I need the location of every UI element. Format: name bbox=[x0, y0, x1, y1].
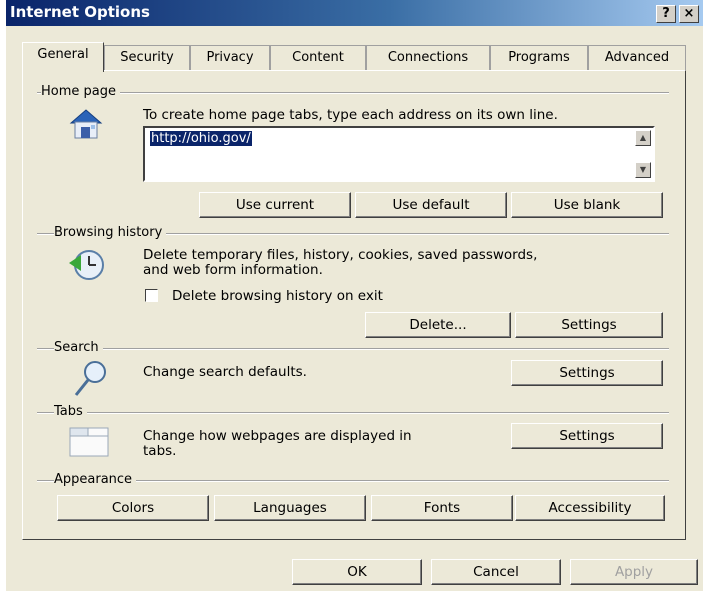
browsing-history-group-label: Browsing history bbox=[54, 225, 167, 240]
use-blank-button[interactable]: Use blank bbox=[511, 192, 663, 218]
tabs-group-label: Tabs bbox=[54, 404, 87, 419]
help-button[interactable]: ? bbox=[656, 5, 676, 23]
general-tab-panel: Home page To create home page tabs, type… bbox=[22, 70, 686, 540]
use-current-button[interactable]: Use current bbox=[199, 192, 351, 218]
search-description: Change search defaults. bbox=[143, 364, 307, 380]
delete-history-button[interactable]: Delete... bbox=[365, 312, 511, 338]
tabs-description-line1: Change how webpages are displayed in bbox=[143, 428, 412, 444]
house-icon bbox=[69, 109, 103, 139]
scroll-up-arrow-icon[interactable]: ▲ bbox=[635, 130, 651, 146]
scroll-down-arrow-icon[interactable]: ▼ bbox=[635, 162, 651, 178]
tab-general[interactable]: General bbox=[22, 42, 104, 72]
use-default-button[interactable]: Use default bbox=[355, 192, 507, 218]
cancel-button[interactable]: Cancel bbox=[431, 559, 561, 585]
tab-advanced[interactable]: Advanced bbox=[588, 45, 686, 71]
delete-history-on-exit-checkbox[interactable] bbox=[145, 289, 158, 302]
accessibility-button[interactable]: Accessibility bbox=[515, 495, 665, 521]
ok-button[interactable]: OK bbox=[292, 559, 422, 585]
appearance-group-label: Appearance bbox=[54, 472, 137, 487]
search-separator bbox=[37, 348, 669, 350]
tab-privacy[interactable]: Privacy bbox=[190, 45, 270, 71]
tabs-separator bbox=[37, 412, 669, 414]
tab-content[interactable]: Content bbox=[270, 45, 366, 71]
history-clock-icon bbox=[69, 250, 104, 280]
home-page-instruction: To create home page tabs, type each addr… bbox=[143, 107, 558, 123]
close-button[interactable]: × bbox=[679, 5, 699, 23]
internet-options-dialog: Internet Options ? × General Security Pr… bbox=[6, 0, 703, 591]
home-page-url-value: http://ohio.gov/ bbox=[150, 131, 252, 146]
colors-button[interactable]: Colors bbox=[57, 495, 209, 521]
home-page-separator bbox=[37, 92, 669, 94]
home-page-url-textarea[interactable]: http://ohio.gov/ ▲ ▼ bbox=[143, 126, 655, 182]
search-settings-button[interactable]: Settings bbox=[511, 360, 663, 386]
home-page-group-label: Home page bbox=[41, 84, 120, 99]
tab-connections[interactable]: Connections bbox=[366, 45, 490, 71]
tabs-settings-button[interactable]: Settings bbox=[511, 423, 663, 449]
apply-button[interactable]: Apply bbox=[570, 559, 698, 585]
languages-button[interactable]: Languages bbox=[214, 495, 366, 521]
browsing-history-description-line1: Delete temporary files, history, cookies… bbox=[143, 247, 538, 263]
title-bar[interactable]: Internet Options ? × bbox=[6, 0, 703, 26]
browsing-history-description-line2: and web form information. bbox=[143, 262, 323, 278]
tab-security[interactable]: Security bbox=[104, 45, 190, 71]
fonts-button[interactable]: Fonts bbox=[371, 495, 513, 521]
window-title: Internet Options bbox=[10, 3, 150, 21]
tab-programs[interactable]: Programs bbox=[490, 45, 588, 71]
tabs-description-line2: tabs. bbox=[143, 443, 177, 459]
search-group-label: Search bbox=[54, 340, 103, 355]
magnifier-icon bbox=[74, 361, 106, 396]
delete-history-on-exit-label[interactable]: Delete browsing history on exit bbox=[172, 288, 383, 304]
tabs-window-icon bbox=[69, 427, 109, 457]
history-settings-button[interactable]: Settings bbox=[515, 312, 663, 338]
